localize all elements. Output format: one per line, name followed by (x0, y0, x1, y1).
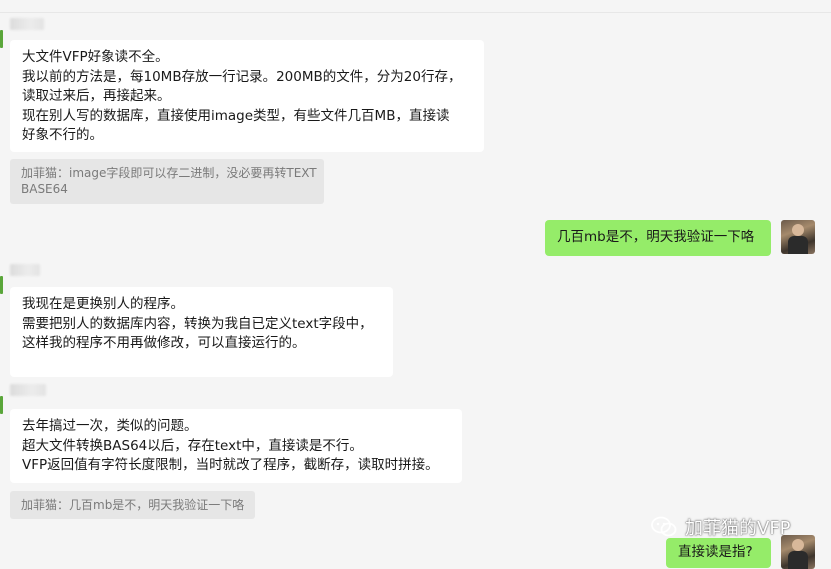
message-bubble-outgoing[interactable]: 直接读是指? (666, 538, 771, 568)
quote-line: 加菲猫：image字段即可以存二进制，没必要再转TEXT (21, 166, 317, 180)
message-line: 读取过来后，再接起来。 (22, 88, 171, 104)
message-bubble-incoming[interactable]: 去年搞过一次，类似的问题。 超大文件转换BAS64以后，存在text中，直接读是… (10, 409, 462, 483)
message-bubble-incoming[interactable]: 大文件VFP好象读不全。 我以前的方法是，每10MB存放一行记录。200MB的文… (10, 40, 484, 152)
message-bubble-incoming[interactable]: 我现在是更换别人的程序。 需要把别人的数据库内容，转换为我自已定义text字段中… (10, 287, 393, 377)
user-avatar[interactable] (781, 535, 815, 569)
message-line: 直接读是指? (678, 544, 753, 560)
message-line: 这样我的程序不用再做修改，可以直接运行的。 (22, 335, 306, 351)
message-line: 好象不行的。 (22, 127, 103, 143)
sender-name-blurred (10, 264, 40, 276)
message-line: VFP返回值有字符长度限制，当时就改了程序，截断存，读取时拼接。 (22, 457, 439, 473)
watermark-text: 加菲猫的VFP (685, 518, 791, 539)
sender-avatar-edge (0, 276, 3, 294)
message-line: 需要把别人的数据库内容，转换为我自已定义text字段中， (22, 315, 373, 332)
quoted-reply[interactable]: 加菲猫：image字段即可以存二进制，没必要再转TEXT BASE64 (10, 159, 324, 204)
avatar-head-shape (792, 224, 804, 236)
message-line: 我现在是更换别人的程序。 (22, 296, 184, 312)
message-line: 我以前的方法是，每10MB存放一行记录。200MB的文件，分为20行存， (22, 68, 462, 85)
message-line: 大文件VFP好象读不全。 (22, 49, 169, 65)
message-line: 超大文件转换BAS64以后，存在text中，直接读是不行。 (22, 437, 363, 454)
user-avatar[interactable] (781, 220, 815, 254)
sender-avatar-edge (0, 396, 3, 414)
avatar-head-shape (792, 539, 804, 551)
quoted-reply[interactable]: 加菲猫：几百mb是不，明天我验证一下咯 (10, 491, 255, 519)
sender-name-blurred (10, 384, 46, 396)
wechat-icon (651, 516, 677, 538)
avatar-body-shape (788, 236, 808, 254)
message-line: 几百mb是不，明天我验证一下咯 (557, 229, 755, 245)
watermark: 加菲猫的VFP (651, 515, 791, 539)
quote-line: 加菲猫：几百mb是不，明天我验证一下咯 (21, 498, 245, 512)
top-divider (0, 12, 831, 13)
quote-line: BASE64 (21, 182, 68, 196)
avatar-body-shape (788, 551, 808, 569)
message-line: 去年搞过一次，类似的问题。 (22, 418, 198, 434)
sender-name-blurred (10, 18, 44, 30)
sender-avatar-edge (0, 30, 3, 48)
message-line: 现在别人写的数据库，直接使用image类型，有些文件几百MB，直接读 (22, 107, 450, 124)
message-bubble-outgoing[interactable]: 几百mb是不，明天我验证一下咯 (545, 220, 771, 256)
